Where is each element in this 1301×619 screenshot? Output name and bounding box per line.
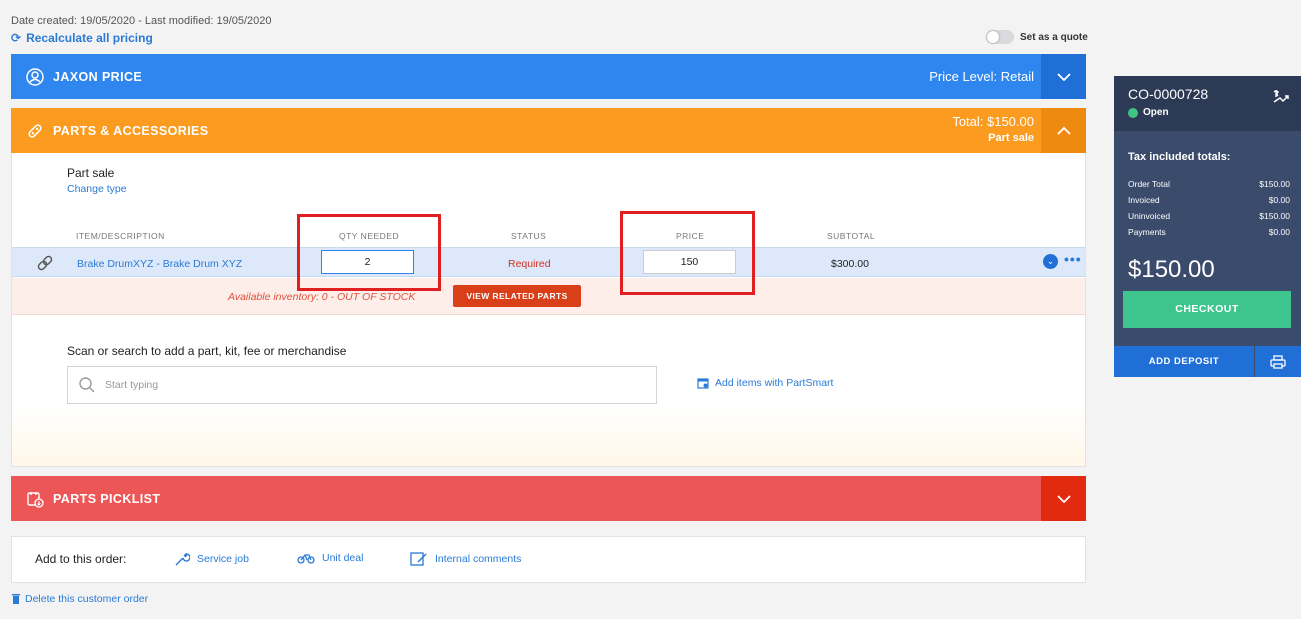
tax-title: Tax included totals: (1128, 151, 1231, 163)
total-value: $150.00 (1259, 179, 1290, 189)
price-highlight-box (620, 211, 755, 295)
internal-comments-label: Internal comments (435, 553, 522, 565)
parts-total: Total: $150.00 Part sale (952, 114, 1034, 146)
picklist-expand-button[interactable] (1041, 476, 1086, 521)
total-value: $0.00 (1268, 195, 1290, 205)
chevron-down-icon (1056, 494, 1071, 503)
add-to-order-bar: Add to this order: Service job Unit deal… (11, 536, 1086, 583)
picklist-icon (25, 489, 45, 509)
partsmart-link[interactable]: Add items with PartSmart (697, 377, 833, 389)
total-label: Payments (1128, 227, 1166, 237)
parts-picklist-bar[interactable]: PARTS PICKLIST (11, 476, 1086, 521)
service-job-label: Service job (197, 553, 249, 565)
total-label: Invoiced (1128, 195, 1160, 205)
order-status-label: Open (1143, 107, 1169, 118)
partsmart-icon (697, 378, 709, 389)
parts-accessories-bar[interactable]: PARTS & ACCESSORIES Total: $150.00 Part … (11, 108, 1086, 153)
order-id: CO-0000728 (1128, 86, 1209, 102)
order-header: CO-0000728 Open (1114, 76, 1301, 131)
total-label: Uninvoiced (1128, 211, 1171, 221)
parts-sale-type: Part sale (988, 132, 1034, 144)
printer-icon (1270, 354, 1286, 369)
change-type-link[interactable]: Change type (67, 183, 127, 195)
col-subtotal: SUBTOTAL (827, 231, 876, 241)
parts-title: PARTS & ACCESSORIES (53, 123, 209, 138)
link-icon (36, 254, 54, 275)
total-value: $0.00 (1268, 227, 1290, 237)
date-info: Date created: 19/05/2020 - Last modified… (11, 15, 272, 27)
total-row: Order Total $150.00 (1128, 179, 1290, 189)
internal-comments-link[interactable]: Internal comments (410, 551, 521, 567)
delete-order-link[interactable]: Delete this customer order (11, 593, 148, 605)
recalculate-label: Recalculate all pricing (26, 31, 153, 45)
subtotal-value: $300.00 (831, 258, 869, 270)
total-value: $150.00 (1259, 211, 1290, 221)
item-description-link[interactable]: Brake DrumXYZ - Brake Drum XYZ (77, 258, 242, 270)
parts-collapse-button[interactable] (1041, 108, 1086, 153)
more-options-icon[interactable]: ••• (1064, 251, 1082, 267)
wrench-icon (175, 553, 190, 566)
set-quote-label: Set as a quote (1020, 31, 1088, 43)
price-tag-icon[interactable] (1271, 88, 1291, 109)
parts-panel: Part sale Change type ITEM/DESCRIPTION Q… (11, 153, 1086, 467)
comment-edit-icon (410, 552, 427, 566)
parts-icon (25, 121, 45, 141)
recalculate-link[interactable]: ⟳ Recalculate all pricing (11, 31, 153, 45)
search-placeholder: Start typing (105, 379, 159, 391)
price-level: Price Level: Retail (929, 69, 1034, 84)
customer-bar[interactable]: JAXON PRICE Price Level: Retail (11, 54, 1086, 99)
total-label: Order Total (1128, 179, 1170, 189)
grand-total: $150.00 (1128, 256, 1215, 283)
toggle-switch[interactable] (986, 30, 1014, 44)
part-search-input[interactable]: Start typing (67, 366, 657, 404)
col-item: ITEM/DESCRIPTION (76, 231, 165, 241)
row-expand-icon[interactable]: ⌄ (1043, 254, 1058, 269)
status-dot (1128, 107, 1138, 118)
motorcycle-icon (297, 554, 315, 564)
search-icon (78, 376, 96, 397)
total-row: Invoiced $0.00 (1128, 195, 1290, 205)
chevron-up-icon (1056, 126, 1071, 135)
unit-deal-label: Unit deal (322, 552, 364, 564)
print-button[interactable] (1255, 346, 1301, 377)
partsmart-label: Add items with PartSmart (715, 377, 834, 389)
view-related-parts-button[interactable]: VIEW RELATED PARTS (453, 285, 581, 307)
add-to-order-label: Add to this order: (35, 552, 127, 566)
customer-expand-button[interactable] (1041, 54, 1086, 99)
availability-text: Available inventory: 0 - OUT OF STOCK (228, 291, 416, 303)
table-row: Brake DrumXYZ - Brake Drum XYZ 2 Require… (12, 247, 1085, 277)
refresh-icon: ⟳ (11, 31, 22, 45)
customer-name: JAXON PRICE (53, 69, 143, 84)
order-summary-sidebar: CO-0000728 Open Tax included totals: Ord… (1114, 76, 1301, 377)
part-sale-title: Part sale (67, 166, 115, 180)
trash-icon (12, 594, 20, 604)
set-quote-toggle[interactable]: Set as a quote (986, 30, 1088, 44)
status-text: Required (508, 258, 551, 270)
order-status: Open (1128, 107, 1169, 118)
add-deposit-button[interactable]: ADD DEPOSIT (1114, 346, 1254, 377)
total-row: Payments $0.00 (1128, 227, 1290, 237)
picklist-title: PARTS PICKLIST (53, 491, 161, 506)
delete-order-label: Delete this customer order (25, 593, 149, 605)
service-job-link[interactable]: Service job (174, 551, 249, 567)
qty-highlight-box (297, 214, 441, 291)
user-circle-icon (25, 67, 45, 87)
total-row: Uninvoiced $150.00 (1128, 211, 1290, 221)
checkout-button[interactable]: CHECKOUT (1123, 291, 1291, 328)
scan-label: Scan or search to add a part, kit, fee o… (67, 344, 347, 358)
col-status: STATUS (511, 231, 547, 241)
unit-deal-link[interactable]: Unit deal (297, 551, 363, 565)
parts-total-amount: Total: $150.00 (952, 114, 1034, 129)
inventory-warning: Available inventory: 0 - OUT OF STOCK VI… (12, 278, 1085, 315)
chevron-down-icon (1056, 72, 1071, 81)
